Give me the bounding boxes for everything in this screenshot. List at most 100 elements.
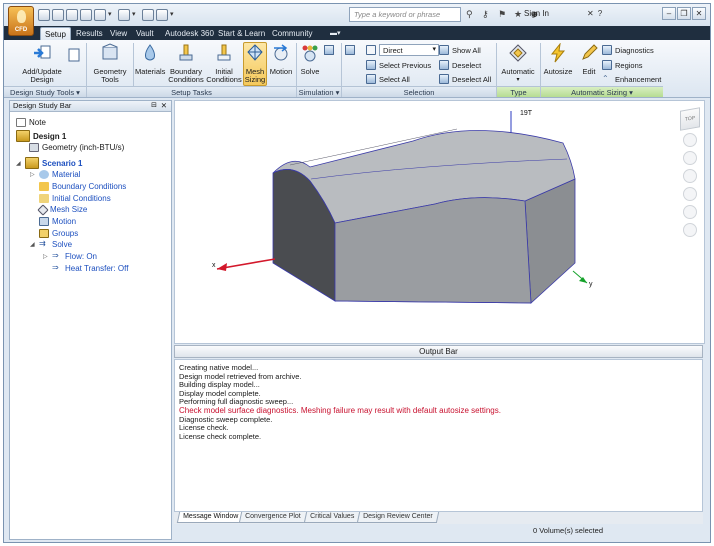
tree-item-note[interactable]: Note bbox=[16, 118, 46, 127]
search-input[interactable]: Type a keyword or phrase bbox=[349, 7, 461, 22]
tab-message-window[interactable]: Message Window bbox=[176, 512, 245, 523]
restore-icon[interactable]: ❐ bbox=[677, 7, 691, 20]
mesh-sizing-label: Mesh Sizing bbox=[244, 66, 266, 84]
tree-item-solve[interactable]: ◢ ⇉ Solve bbox=[30, 240, 72, 250]
save-icon[interactable] bbox=[66, 9, 78, 21]
sign-in-link[interactable]: Sign In bbox=[524, 9, 549, 18]
close-icon[interactable]: ✕ bbox=[161, 101, 167, 111]
selection-mode-icon bbox=[366, 44, 376, 56]
tree-item-geometry[interactable]: Geometry (inch-BTU/s) bbox=[29, 143, 124, 152]
undo-icon[interactable] bbox=[118, 9, 130, 21]
boundary-conditions-label: Boundary Conditions bbox=[168, 66, 204, 84]
tree-item-mesh-size[interactable]: Mesh Size bbox=[37, 203, 87, 216]
ribbon: Add/Update Design Geometry Tools Materia… bbox=[4, 40, 710, 98]
orbit-icon[interactable] bbox=[683, 187, 697, 201]
solve-button[interactable]: Solve bbox=[299, 43, 321, 76]
design-note-button[interactable] bbox=[67, 48, 81, 67]
regions-button[interactable]: Regions bbox=[602, 59, 643, 71]
show-all-button[interactable]: Show All bbox=[439, 44, 481, 56]
selection-mode-combo[interactable]: Direct bbox=[379, 44, 439, 56]
tree-item-design[interactable]: Design 1 bbox=[16, 130, 66, 142]
tab-setup[interactable]: Setup bbox=[40, 27, 71, 40]
expand-arrow-icon[interactable]: ▷ bbox=[43, 253, 49, 260]
motion-button[interactable]: Motion bbox=[268, 43, 294, 76]
favorite-star-icon[interactable]: ★ bbox=[514, 9, 524, 19]
chevron-down-icon[interactable]: ▾ bbox=[108, 9, 116, 21]
motion-icon bbox=[39, 217, 49, 226]
tab-vault[interactable]: Vault bbox=[132, 27, 158, 40]
select-edge-icon[interactable] bbox=[345, 44, 355, 56]
tab-design-review-center[interactable]: Design Review Center bbox=[356, 512, 439, 523]
add-update-design-button[interactable]: Add/Update Design bbox=[18, 43, 66, 85]
geometry-tools-button[interactable]: Geometry Tools bbox=[88, 43, 132, 85]
automatic-sizing-panel-label[interactable]: Automatic Sizing ▾ bbox=[541, 86, 663, 97]
tree-item-boundary-conditions[interactable]: Boundary Conditions bbox=[39, 182, 126, 191]
autosize-button[interactable]: Autosize bbox=[542, 42, 574, 76]
initial-conditions-button[interactable]: Initial Conditions bbox=[206, 43, 242, 85]
print-icon[interactable] bbox=[94, 9, 106, 21]
tab-start-learn[interactable]: Start & Learn bbox=[214, 27, 269, 40]
solver-mail-icon[interactable] bbox=[324, 44, 334, 56]
edit-button[interactable]: Edit bbox=[578, 43, 600, 76]
steering-wheel-icon[interactable] bbox=[683, 133, 697, 147]
pin-icon[interactable]: ⊟ bbox=[151, 101, 157, 111]
save-as-icon[interactable] bbox=[80, 9, 92, 21]
ribbon-toggle-icon[interactable]: ▬▾ bbox=[326, 27, 345, 40]
open-folder-icon[interactable] bbox=[52, 9, 64, 21]
simulation-panel-label[interactable]: Simulation ▾ bbox=[297, 86, 341, 97]
layout-icon[interactable] bbox=[156, 9, 168, 21]
tab-autodesk-360[interactable]: Autodesk 360 bbox=[161, 27, 218, 40]
graphics-viewport[interactable]: 19T x y TOP bbox=[174, 100, 705, 344]
tree-item-material[interactable]: ▷ Material bbox=[30, 170, 80, 179]
binoculars-icon[interactable]: ⚲ bbox=[466, 9, 476, 19]
tree-item-flow[interactable]: ▷ ⇒ Flow: On bbox=[43, 252, 97, 262]
minimize-icon[interactable]: – bbox=[662, 7, 676, 20]
deselect-all-button[interactable]: Deselect All bbox=[439, 73, 491, 85]
automatic-type-button[interactable]: Automatic ▾ bbox=[498, 43, 538, 85]
expand-arrow-icon[interactable]: ▷ bbox=[30, 171, 36, 178]
chevron-down-icon[interactable]: ▾ bbox=[132, 9, 140, 21]
tree-item-groups[interactable]: Groups bbox=[39, 229, 78, 238]
pencil-icon bbox=[582, 44, 598, 60]
diagnostics-button[interactable]: Diagnostics bbox=[602, 44, 654, 56]
mesh-sizing-button[interactable]: Mesh Sizing bbox=[243, 42, 267, 86]
tree-item-motion[interactable]: Motion bbox=[39, 217, 76, 226]
select-previous-button[interactable]: Select Previous bbox=[366, 59, 431, 71]
subscription-icon[interactable]: ⚑ bbox=[498, 9, 508, 19]
deselect-button[interactable]: Deselect bbox=[439, 59, 481, 71]
tree-item-initial-conditions[interactable]: Initial Conditions bbox=[39, 194, 111, 203]
message-line: Diagnostic sweep complete. bbox=[179, 414, 273, 424]
tab-critical-values[interactable]: Critical Values bbox=[303, 512, 361, 523]
select-all-button[interactable]: Select All bbox=[366, 73, 410, 85]
close-icon[interactable]: ✕ bbox=[692, 7, 706, 20]
exchange-apps-icon[interactable]: ✕ bbox=[587, 9, 594, 18]
materials-button[interactable]: Materials bbox=[135, 43, 165, 76]
output-bar-header[interactable]: Output Bar bbox=[174, 345, 703, 358]
boundary-conditions-button[interactable]: Boundary Conditions bbox=[167, 43, 205, 85]
zoom-icon[interactable] bbox=[683, 169, 697, 183]
navigation-bar: TOP bbox=[678, 107, 702, 237]
key-icon[interactable]: ⚷ bbox=[482, 9, 492, 19]
chevron-down-icon[interactable]: ▾ bbox=[498, 76, 538, 85]
enhancement-button[interactable]: ⌃ Enhancement bbox=[602, 73, 661, 85]
tab-results[interactable]: Results bbox=[72, 27, 107, 40]
model-view[interactable]: 19T x y bbox=[175, 101, 705, 344]
help-icon[interactable]: ? bbox=[598, 9, 602, 18]
tree-item-heat-transfer[interactable]: ⇒ Heat Transfer: Off bbox=[52, 264, 128, 274]
tab-view[interactable]: View bbox=[106, 27, 131, 40]
new-file-icon[interactable] bbox=[38, 9, 50, 21]
tree-item-scenario[interactable]: ◢ Scenario 1 bbox=[16, 157, 82, 169]
chevron-down-icon[interactable]: ▾ bbox=[170, 9, 178, 21]
screenshot-icon[interactable] bbox=[142, 9, 154, 21]
application-menu-button[interactable]: CFD bbox=[8, 6, 34, 36]
tab-community[interactable]: Community bbox=[268, 27, 316, 40]
navbar-close-icon[interactable] bbox=[683, 223, 697, 237]
expand-arrow-icon[interactable]: ◢ bbox=[16, 160, 22, 167]
message-line: License check complete. bbox=[179, 431, 262, 441]
view-cube[interactable]: TOP bbox=[680, 107, 700, 131]
look-at-icon[interactable] bbox=[683, 205, 697, 219]
expand-arrow-icon[interactable]: ◢ bbox=[30, 241, 36, 248]
tab-convergence-plot[interactable]: Convergence Plot bbox=[238, 512, 307, 523]
design-study-tools-panel-label[interactable]: Design Study Tools ▾ bbox=[4, 86, 86, 97]
pan-hand-icon[interactable] bbox=[683, 151, 697, 165]
